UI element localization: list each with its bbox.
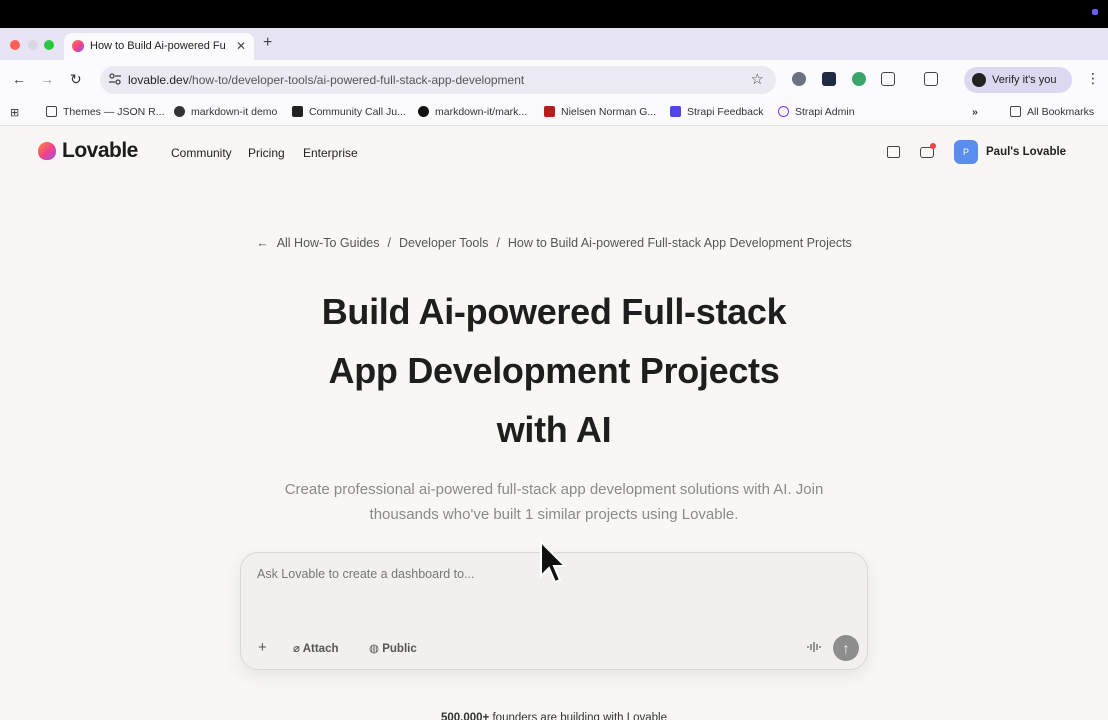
breadcrumb-separator: / (496, 236, 500, 250)
nav-community[interactable]: Community (171, 146, 232, 160)
nav-enterprise[interactable]: Enterprise (303, 146, 358, 160)
bookmark-label: markdown-it/mark... (435, 106, 528, 118)
breadcrumb-back-link[interactable]: All How-To Guides (277, 236, 380, 250)
profile-icon (972, 73, 986, 87)
bookmark-item[interactable]: Themes — JSON R... (46, 106, 165, 118)
nav-pricing[interactable]: Pricing (248, 146, 285, 160)
strapi-icon (292, 106, 303, 117)
minimize-window-button[interactable] (28, 40, 38, 50)
globe-icon (174, 106, 185, 117)
tab-strip: How to Build Ai-powered Full-stack ✕ + (0, 28, 1108, 60)
breadcrumb-separator: / (387, 236, 391, 250)
verify-label: Verify it's you (992, 74, 1057, 86)
bookmark-star-icon[interactable]: ☆ (751, 70, 764, 88)
browser-tab-active[interactable]: How to Build Ai-powered Full-stack ✕ (64, 33, 254, 60)
mouse-pointer-icon (540, 540, 568, 584)
lovable-logo-icon[interactable] (38, 142, 56, 160)
folder-icon (1010, 106, 1021, 117)
new-tab-button[interactable]: + (263, 34, 272, 52)
bookmark-item[interactable]: Strapi Feedback (670, 106, 763, 118)
url-text: lovable.dev/how-to/developer-tools/ai-po… (128, 73, 524, 87)
arrow-left-icon[interactable]: ← (256, 236, 269, 250)
gear-icon (778, 106, 789, 117)
brand-logo[interactable]: Lovable (62, 139, 138, 163)
attach-label: Attach (302, 643, 339, 655)
founder-count: 500,000+ (440, 712, 490, 720)
recording-indicator-icon (1092, 9, 1098, 15)
bookmark-label: Strapi Admin (795, 106, 855, 118)
close-tab-icon[interactable]: ✕ (236, 39, 246, 53)
bookmark-item[interactable]: markdown-it demo (174, 106, 277, 118)
extension-icon-3[interactable] (852, 72, 866, 86)
bookmark-label: Nielsen Norman G... (561, 106, 657, 118)
extensions-puzzle-icon[interactable] (881, 72, 895, 86)
gift-icon[interactable] (887, 146, 900, 158)
bookmark-label: Strapi Feedback (687, 106, 764, 118)
bookmark-label: markdown-it demo (191, 106, 278, 118)
close-window-button[interactable] (10, 40, 20, 50)
bookmark-label: Themes — JSON R... (63, 106, 165, 118)
page-title: Build Ai-powered Full-stack App Developm… (254, 282, 854, 459)
paperclip-icon: ⌀ (293, 643, 303, 655)
attach-button[interactable]: ⌀ Attach (293, 641, 338, 655)
github-icon (418, 106, 429, 117)
address-bar[interactable]: lovable.dev/how-to/developer-tools/ai-po… (100, 66, 776, 94)
strapi-icon (670, 106, 681, 117)
title-line-2: App Development Projects (328, 350, 780, 391)
social-proof-text: founders are building with Lovable (489, 712, 668, 720)
verify-profile-button[interactable]: Verify it's you (964, 67, 1072, 93)
apps-grid-icon[interactable]: ⊞ (10, 106, 19, 119)
maximize-window-button[interactable] (44, 40, 54, 50)
extension-icon-1[interactable] (792, 72, 806, 86)
breadcrumb-current: How to Build Ai-powered Full-stack App D… (507, 236, 852, 250)
title-line-1: Build Ai-powered Full-stack (321, 291, 787, 332)
site-settings-icon[interactable] (108, 72, 122, 86)
lovable-favicon-icon (72, 40, 84, 52)
bookmark-item[interactable]: Strapi Admin (778, 106, 855, 118)
bookmark-label: Community Call Ju... (309, 106, 406, 118)
browser-menu-icon[interactable]: ⋮ (1086, 70, 1100, 87)
tab-title: How to Build Ai-powered Full-stack (90, 40, 225, 52)
visibility-button[interactable]: ◍ Public (369, 641, 417, 655)
avatar[interactable]: P (954, 140, 978, 164)
more-bookmarks-chevron-icon[interactable]: » (972, 106, 978, 118)
account-name[interactable]: Paul's Lovable (986, 146, 1066, 158)
globe-icon: ◍ (369, 643, 383, 655)
screen: How to Build Ai-powered Full-stack ✕ + ←… (0, 0, 1108, 720)
document-icon (46, 106, 57, 117)
title-line-3: with AI (496, 409, 612, 450)
nng-icon (544, 106, 555, 117)
add-button[interactable]: + (258, 639, 267, 656)
side-panel-icon[interactable] (924, 72, 938, 86)
public-label: Public (382, 643, 417, 655)
notification-dot-icon (930, 143, 936, 149)
voice-waveform-icon[interactable] (807, 641, 821, 653)
bookmarks-bar: ⊞ Themes — JSON R... markdown-it demo Co… (0, 100, 1108, 126)
browser-window: How to Build Ai-powered Full-stack ✕ + ←… (0, 28, 1108, 720)
reload-button[interactable]: ↻ (70, 71, 82, 88)
extension-icon-2[interactable] (822, 72, 836, 86)
bookmark-item[interactable]: markdown-it/mark... (418, 106, 527, 118)
social-proof: 500,000+ founders are building with Lova… (0, 712, 1108, 720)
page-subtitle: Create professional ai-powered full-stac… (284, 481, 824, 523)
back-button[interactable]: ← (12, 71, 26, 87)
breadcrumb: ← All How-To Guides / Developer Tools / How t… (0, 236, 1108, 250)
forward-button[interactable]: → (40, 71, 54, 87)
all-bookmarks-folder[interactable]: All Bookmarks (1010, 106, 1094, 118)
url-host: lovable.dev (128, 73, 189, 87)
bookmark-item[interactable]: Nielsen Norman G... (544, 106, 656, 118)
send-button[interactable]: ↑ (833, 635, 859, 661)
url-path: /how-to/developer-tools/ai-powered-full-… (188, 73, 525, 87)
page-content: Lovable Community Pricing Enterprise P P… (0, 126, 1108, 720)
bookmark-item[interactable]: Community Call Ju... (292, 106, 406, 118)
all-bookmarks-label: All Bookmarks (1027, 106, 1095, 118)
breadcrumb-category[interactable]: Developer Tools (399, 236, 488, 250)
browser-toolbar: ← → ↻ lovable.dev/how-to/developer-tools… (0, 60, 1108, 100)
recording-bar (0, 0, 1108, 28)
